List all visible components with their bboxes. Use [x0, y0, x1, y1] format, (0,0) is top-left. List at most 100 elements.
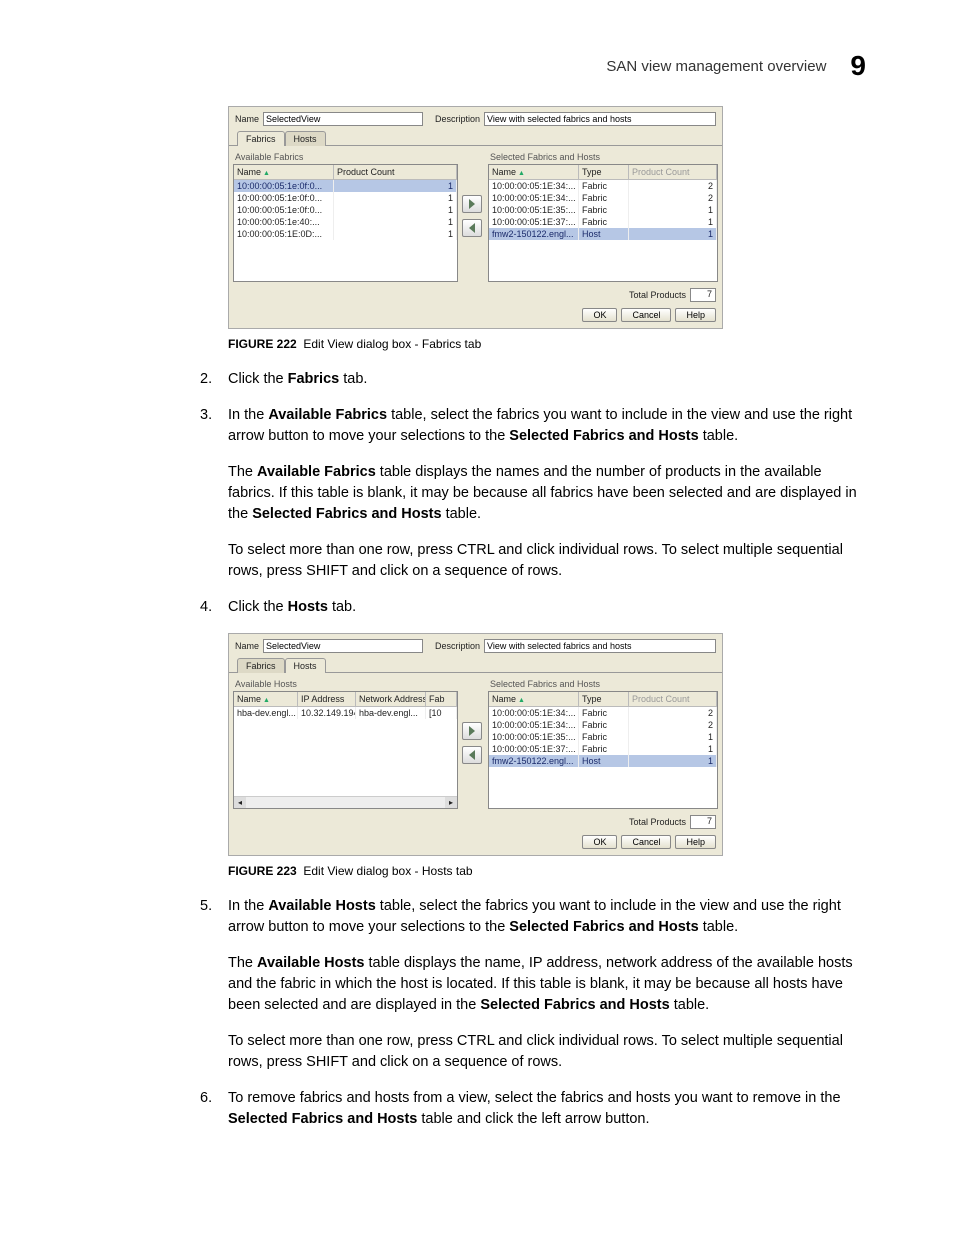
table-cell: 1	[334, 192, 457, 204]
table-row[interactable]: 10:00:00:05:1E:34:...Fabric2	[489, 192, 717, 204]
total-products-label: Total Products	[629, 290, 686, 300]
header-title: SAN view management overview	[606, 58, 826, 75]
table-cell: 10.32.149.194	[298, 707, 356, 719]
table-row[interactable]: fmw2-150122.engl...Host1	[489, 228, 717, 240]
tab-fabrics[interactable]: Fabrics	[237, 658, 285, 673]
view-name-input[interactable]	[263, 112, 423, 126]
table-cell: Fabric	[579, 180, 629, 192]
table-row[interactable]: 10:00:00:05:1e:40:...1	[234, 216, 457, 228]
table-cell: 10:00:00:05:1E:34:...	[489, 707, 579, 719]
col-fabric[interactable]: Fab	[426, 692, 457, 706]
table-row[interactable]: 10:00:00:05:1E:37:...Fabric1	[489, 743, 717, 755]
table-cell: 1	[629, 731, 717, 743]
table-row[interactable]: 10:00:00:05:1e:0f:0...1	[234, 204, 457, 216]
tab-hosts[interactable]: Hosts	[285, 131, 326, 146]
table-row[interactable]: fmw2-150122.engl...Host1	[489, 755, 717, 767]
table-cell: 10:00:00:05:1E:37:...	[489, 743, 579, 755]
help-button[interactable]: Help	[675, 308, 716, 322]
col-name[interactable]: Name	[234, 692, 298, 706]
total-products-value: 7	[690, 815, 716, 829]
cancel-button[interactable]: Cancel	[621, 835, 671, 849]
available-fabrics-title: Available Fabrics	[233, 150, 458, 164]
table-cell: 1	[629, 204, 717, 216]
col-product-count[interactable]: Product Count	[629, 165, 717, 179]
table-cell: hba-dev.engl...	[356, 707, 426, 719]
table-cell: 10:00:00:05:1e:0f:0...	[234, 180, 334, 192]
table-row[interactable]: 10:00:00:05:1e:0f:0...1	[234, 192, 457, 204]
step-2-text: Click the Fabrics tab.	[228, 369, 858, 390]
table-row[interactable]: 10:00:00:05:1E:34:...Fabric2	[489, 180, 717, 192]
table-cell: Fabric	[579, 743, 629, 755]
description-label: Description	[435, 114, 480, 124]
table-cell: Host	[579, 755, 629, 767]
move-left-button[interactable]	[462, 746, 482, 764]
available-fabrics-table[interactable]: Name Product Count 10:00:00:05:1e:0f:0..…	[233, 164, 458, 282]
ok-button[interactable]: OK	[582, 835, 617, 849]
col-product-count[interactable]: Product Count	[334, 165, 457, 179]
table-cell: 10:00:00:05:1E:37:...	[489, 216, 579, 228]
step-3-text-2: The Available Fabrics table displays the…	[228, 462, 858, 525]
col-name[interactable]: Name	[234, 165, 334, 179]
table-cell: 10:00:00:05:1E:34:...	[489, 180, 579, 192]
name-label: Name	[235, 114, 259, 124]
horizontal-scrollbar[interactable]: ◂ ▸	[234, 796, 457, 808]
help-button[interactable]: Help	[675, 835, 716, 849]
table-cell: [10	[426, 707, 457, 719]
available-hosts-table[interactable]: Name IP Address Network Address Fab hba-…	[233, 691, 458, 809]
view-description-input[interactable]	[484, 639, 716, 653]
move-left-button[interactable]	[462, 219, 482, 237]
table-row[interactable]: 10:00:00:05:1E:35:...Fabric1	[489, 731, 717, 743]
description-label: Description	[435, 641, 480, 651]
col-type[interactable]: Type	[579, 165, 629, 179]
step-3-text-1: In the Available Fabrics table, select t…	[228, 405, 858, 447]
edit-view-dialog-hosts: Name Description Fabrics Hosts Available…	[228, 633, 723, 856]
scroll-left-icon[interactable]: ◂	[234, 797, 246, 808]
table-cell: 2	[629, 719, 717, 731]
table-cell: 1	[629, 743, 717, 755]
col-network-address[interactable]: Network Address	[356, 692, 426, 706]
table-cell: Host	[579, 228, 629, 240]
selected-fabrics-table[interactable]: Name Type Product Count 10:00:00:05:1E:3…	[488, 691, 718, 809]
cancel-button[interactable]: Cancel	[621, 308, 671, 322]
table-cell: 10:00:00:05:1e:40:...	[234, 216, 334, 228]
table-row[interactable]: 10:00:00:05:1e:0f:0...1	[234, 180, 457, 192]
table-cell: fmw2-150122.engl...	[489, 228, 579, 240]
chevron-left-icon	[467, 223, 477, 233]
table-cell: 1	[629, 228, 717, 240]
table-row[interactable]: 10:00:00:05:1E:34:...Fabric2	[489, 719, 717, 731]
table-cell: 10:00:00:05:1E:35:...	[489, 731, 579, 743]
step-number: 4.	[200, 597, 218, 633]
table-cell: 10:00:00:05:1E:35:...	[489, 204, 579, 216]
table-row[interactable]: 10:00:00:05:1E:35:...Fabric1	[489, 204, 717, 216]
selected-fabrics-table[interactable]: Name Type Product Count 10:00:00:05:1E:3…	[488, 164, 718, 282]
ok-button[interactable]: OK	[582, 308, 617, 322]
col-type[interactable]: Type	[579, 692, 629, 706]
table-cell: 2	[629, 192, 717, 204]
move-right-button[interactable]	[462, 195, 482, 213]
view-description-input[interactable]	[484, 112, 716, 126]
table-cell: 1	[334, 180, 457, 192]
scroll-right-icon[interactable]: ▸	[445, 797, 457, 808]
move-right-button[interactable]	[462, 722, 482, 740]
table-cell: 1	[629, 216, 717, 228]
table-cell: Fabric	[579, 192, 629, 204]
table-cell: 1	[334, 204, 457, 216]
table-cell: fmw2-150122.engl...	[489, 755, 579, 767]
chevron-right-icon	[467, 726, 477, 736]
view-name-input[interactable]	[263, 639, 423, 653]
col-name[interactable]: Name	[489, 165, 579, 179]
step-3-text-3: To select more than one row, press CTRL …	[228, 540, 858, 582]
figure-223-caption: FIGURE 223 Edit View dialog box - Hosts …	[228, 864, 858, 878]
col-product-count[interactable]: Product Count	[629, 692, 717, 706]
figure-222-caption: FIGURE 222 Edit View dialog box - Fabric…	[228, 337, 858, 351]
table-row[interactable]: 10:00:00:05:1E:34:...Fabric2	[489, 707, 717, 719]
col-name[interactable]: Name	[489, 692, 579, 706]
table-row[interactable]: 10:00:00:05:1E:0D:...1	[234, 228, 457, 240]
table-row[interactable]: hba-dev.engl...10.32.149.194hba-dev.engl…	[234, 707, 457, 719]
col-ip[interactable]: IP Address	[298, 692, 356, 706]
tab-fabrics[interactable]: Fabrics	[237, 131, 285, 146]
table-row[interactable]: 10:00:00:05:1E:37:...Fabric1	[489, 216, 717, 228]
chevron-left-icon	[467, 750, 477, 760]
table-cell: 10:00:00:05:1e:0f:0...	[234, 204, 334, 216]
tab-hosts[interactable]: Hosts	[285, 658, 326, 673]
